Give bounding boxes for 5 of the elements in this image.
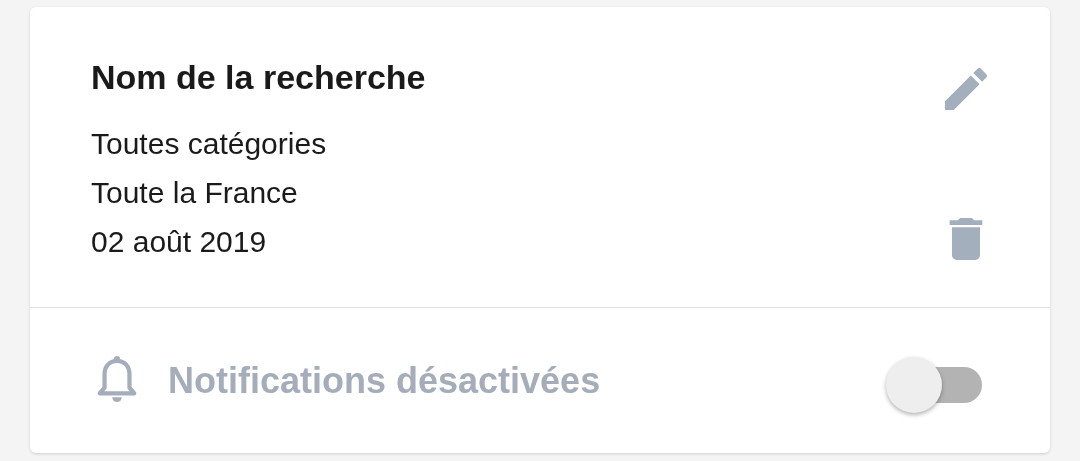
search-detail: 02 août 2019: [91, 224, 268, 260]
search-detail: Toute la France: [91, 175, 299, 211]
notifications-label: Notifications désactivées: [168, 359, 602, 402]
search-detail: Toutes catégories: [91, 126, 328, 162]
search-name: Nom de la recherche: [91, 57, 426, 97]
